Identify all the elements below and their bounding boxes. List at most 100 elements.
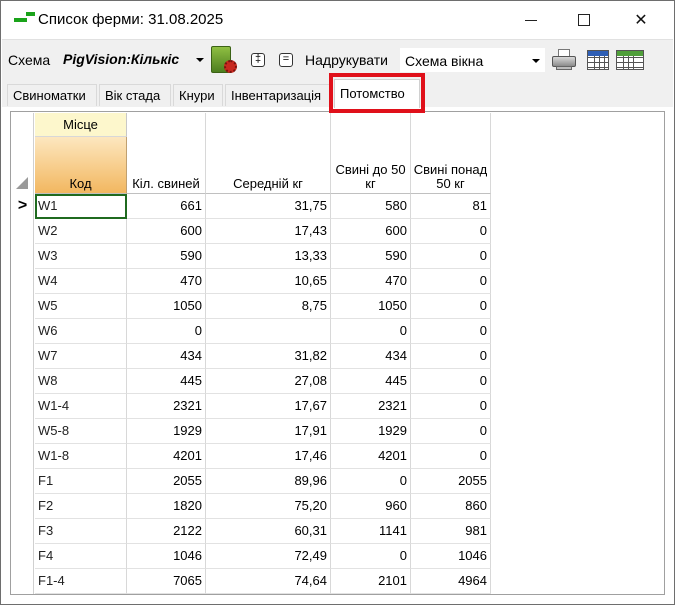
cell-over-50[interactable]: 2055	[411, 469, 491, 494]
row-header[interactable]	[12, 394, 34, 419]
table-grid-icon[interactable]	[616, 50, 644, 70]
cell-under-50[interactable]: 470	[331, 269, 411, 294]
cell-avg-kg[interactable]	[206, 319, 331, 344]
cell-over-50[interactable]: 1046	[411, 544, 491, 569]
table-row[interactable]: W1-8 4201 17,46 4201 0	[12, 444, 492, 469]
row-header[interactable]	[12, 219, 34, 244]
table-row[interactable]: W2 600 17,43 600 0	[12, 219, 492, 244]
cell-avg-kg[interactable]: 10,65	[206, 269, 331, 294]
cell-over-50[interactable]: 0	[411, 244, 491, 269]
cell-count[interactable]: 7065	[127, 569, 206, 594]
cell-avg-kg[interactable]: 74,64	[206, 569, 331, 594]
cell-code[interactable]: W3	[35, 244, 127, 269]
cell-over-50[interactable]: 0	[411, 369, 491, 394]
cell-code[interactable]: W5	[35, 294, 127, 319]
cell-code[interactable]: W2	[35, 219, 127, 244]
tab-herd-age[interactable]: Вік стада	[99, 84, 171, 106]
row-header[interactable]	[12, 244, 34, 269]
row-header[interactable]	[12, 519, 34, 544]
cell-over-50[interactable]: 860	[411, 494, 491, 519]
cell-under-50[interactable]: 600	[331, 219, 411, 244]
column-header-avg-kg[interactable]: Середній кг	[206, 137, 331, 194]
cell-avg-kg[interactable]: 27,08	[206, 369, 331, 394]
cell-avg-kg[interactable]: 89,96	[206, 469, 331, 494]
table-row[interactable]: W5 1050 8,75 1050 0	[12, 294, 492, 319]
row-header[interactable]	[12, 494, 34, 519]
row-header[interactable]	[12, 294, 34, 319]
table-row[interactable]: F1 2055 89,96 0 2055	[12, 469, 492, 494]
cell-code[interactable]: F1	[35, 469, 127, 494]
cell-code[interactable]: W1	[35, 194, 127, 219]
cell-over-50[interactable]: 981	[411, 519, 491, 544]
cell-count[interactable]: 1820	[127, 494, 206, 519]
cell-over-50[interactable]: 0	[411, 219, 491, 244]
cell-count[interactable]: 2055	[127, 469, 206, 494]
row-header[interactable]: >	[12, 194, 34, 219]
cell-under-50[interactable]: 2321	[331, 394, 411, 419]
cell-avg-kg[interactable]: 8,75	[206, 294, 331, 319]
table-row[interactable]: W7 434 31,82 434 0	[12, 344, 492, 369]
cell-count[interactable]: 600	[127, 219, 206, 244]
table-row[interactable]: W8 445 27,08 445 0	[12, 369, 492, 394]
cell-code[interactable]: F3	[35, 519, 127, 544]
column-header-code[interactable]: Код	[35, 137, 127, 194]
cell-avg-kg[interactable]: 17,43	[206, 219, 331, 244]
cell-under-50[interactable]: 4201	[331, 444, 411, 469]
tab-boars[interactable]: Кнури	[173, 84, 223, 106]
cell-code[interactable]: W8	[35, 369, 127, 394]
table-row[interactable]: W6 0 0 0	[12, 319, 492, 344]
cell-code[interactable]: F2	[35, 494, 127, 519]
close-button[interactable]: ✕	[618, 1, 664, 39]
cell-avg-kg[interactable]: 31,82	[206, 344, 331, 369]
cell-code[interactable]: W4	[35, 269, 127, 294]
cell-over-50[interactable]: 0	[411, 319, 491, 344]
cell-count[interactable]: 661	[127, 194, 206, 219]
cell-count[interactable]: 1050	[127, 294, 206, 319]
cell-avg-kg[interactable]: 17,91	[206, 419, 331, 444]
column-header-under-50[interactable]: Свині до 50 кг	[331, 137, 411, 194]
row-header[interactable]	[12, 444, 34, 469]
table-row[interactable]: F2 1820 75,20 960 860	[12, 494, 492, 519]
table-row[interactable]: W3 590 13,33 590 0	[12, 244, 492, 269]
cell-under-50[interactable]: 434	[331, 344, 411, 369]
cell-avg-kg[interactable]: 75,20	[206, 494, 331, 519]
maximize-button[interactable]	[561, 1, 607, 39]
row-header[interactable]	[12, 369, 34, 394]
cell-count[interactable]: 445	[127, 369, 206, 394]
tab-inventory[interactable]: Інвентаризація	[225, 84, 330, 106]
printer-icon[interactable]	[552, 49, 576, 71]
cell-under-50[interactable]: 0	[331, 469, 411, 494]
minimize-button[interactable]	[508, 1, 554, 39]
cell-under-50[interactable]: 0	[331, 544, 411, 569]
cell-code[interactable]: W7	[35, 344, 127, 369]
table-row[interactable]: W4 470 10,65 470 0	[12, 269, 492, 294]
cell-avg-kg[interactable]: 60,31	[206, 519, 331, 544]
cell-under-50[interactable]: 580	[331, 194, 411, 219]
cell-under-50[interactable]: 1141	[331, 519, 411, 544]
view-scheme-select[interactable]: Схема вікна	[399, 47, 546, 73]
row-header[interactable]	[12, 419, 34, 444]
cell-under-50[interactable]: 960	[331, 494, 411, 519]
cell-count[interactable]: 1929	[127, 419, 206, 444]
cell-under-50[interactable]: 2101	[331, 569, 411, 594]
table-row[interactable]: > W1 661 31,75 580 81	[12, 194, 492, 219]
cell-under-50[interactable]: 1929	[331, 419, 411, 444]
print-button[interactable]: Надрукувати	[305, 52, 388, 68]
column-header-count[interactable]: Кіл. свиней	[127, 137, 206, 194]
cell-avg-kg[interactable]: 17,67	[206, 394, 331, 419]
cell-over-50[interactable]: 0	[411, 419, 491, 444]
table-row[interactable]: F1-4 7065 74,64 2101 4964	[12, 569, 492, 594]
row-header[interactable]	[12, 319, 34, 344]
expand-button[interactable]: ‡	[251, 53, 265, 67]
book-gear-icon[interactable]	[211, 45, 239, 75]
cell-code[interactable]: W6	[35, 319, 127, 344]
cell-code[interactable]: F1-4	[35, 569, 127, 594]
offspring-grid[interactable]: Місце Код Кіл. свиней Середній кг Свині …	[10, 111, 665, 595]
column-header-over-50[interactable]: Свині понад 50 кг	[411, 137, 491, 194]
cell-avg-kg[interactable]: 13,33	[206, 244, 331, 269]
cell-count[interactable]: 470	[127, 269, 206, 294]
collapse-button[interactable]: =	[279, 53, 293, 67]
cell-count[interactable]: 4201	[127, 444, 206, 469]
table-row[interactable]: F4 1046 72,49 0 1046	[12, 544, 492, 569]
cell-over-50[interactable]: 0	[411, 294, 491, 319]
